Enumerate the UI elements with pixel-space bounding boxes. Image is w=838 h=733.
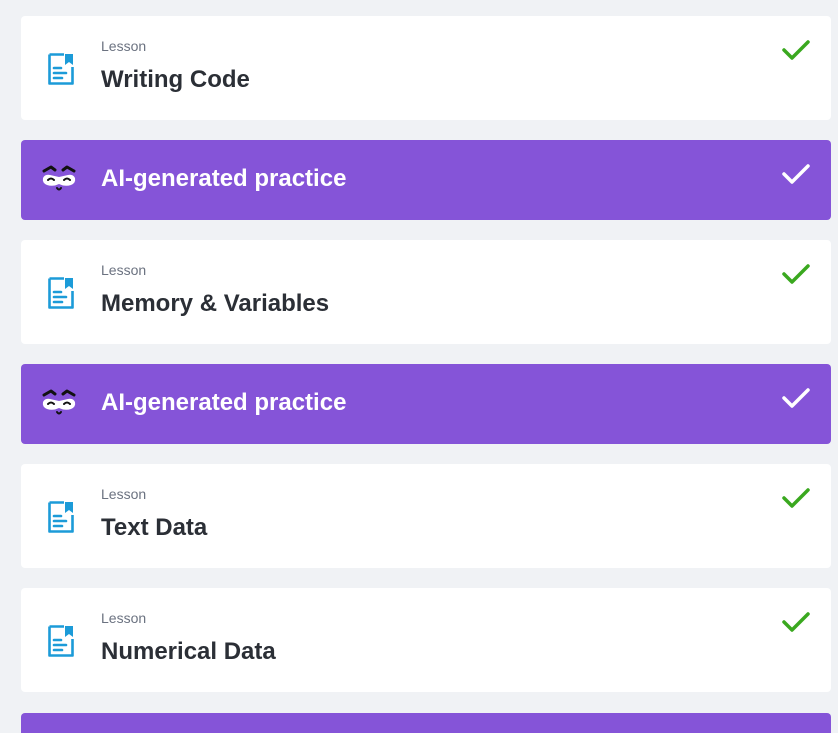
lesson-list: Lesson Writing Code AI-generated practic… — [21, 16, 831, 712]
document-icon — [48, 53, 74, 85]
item-title: Memory & Variables — [101, 290, 330, 317]
practice-card[interactable]: AI-generated practice — [21, 364, 831, 444]
item-title: Writing Code — [101, 66, 250, 93]
document-icon — [48, 625, 74, 657]
check-icon — [782, 612, 810, 632]
mask-face-icon — [42, 389, 76, 415]
practice-card[interactable]: AI-generated practice — [21, 140, 831, 220]
item-title: Text Data — [101, 514, 208, 541]
lesson-card-writing-code[interactable]: Lesson Writing Code — [21, 16, 831, 120]
lesson-card-text-data[interactable]: Lesson Text Data — [21, 464, 831, 568]
item-kind-label: Lesson — [101, 486, 147, 502]
mask-face-icon — [42, 165, 76, 191]
lesson-card-numerical-data[interactable]: Lesson Numerical Data — [21, 588, 831, 692]
check-icon — [782, 40, 810, 60]
item-title: AI-generated practice — [101, 165, 347, 192]
lesson-card-memory-variables[interactable]: Lesson Memory & Variables — [21, 240, 831, 344]
item-kind-label: Lesson — [101, 262, 147, 278]
item-title: AI-generated practice — [101, 389, 347, 416]
check-icon — [782, 264, 810, 284]
document-icon — [48, 501, 74, 533]
check-icon — [782, 164, 810, 184]
item-kind-label: Lesson — [101, 610, 147, 626]
item-title: Numerical Data — [101, 638, 276, 665]
check-icon — [782, 388, 810, 408]
item-kind-label: Lesson — [101, 38, 147, 54]
check-icon — [782, 488, 810, 508]
practice-card-partial[interactable] — [21, 713, 831, 733]
document-icon — [48, 277, 74, 309]
